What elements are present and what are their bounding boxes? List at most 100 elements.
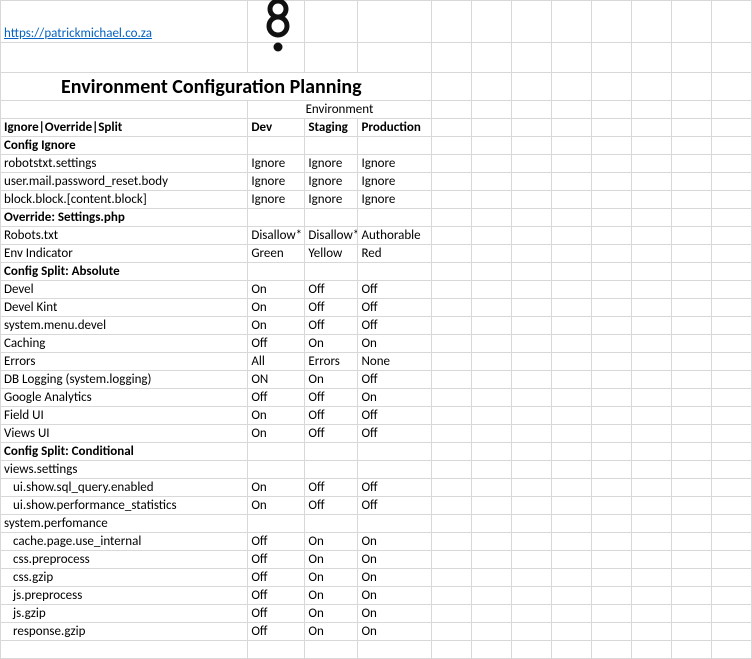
cell-prod: On <box>358 335 431 353</box>
row-label-sc0-0: ui.show.sql_query.enabled <box>1 479 248 497</box>
row-label-sc1-4: js.gzip <box>1 605 248 623</box>
section-config-ignore: Config Ignore <box>1 137 248 155</box>
cell-prod: Off <box>358 425 431 443</box>
row-label-sa5: DB Logging (system.logging) <box>1 371 248 389</box>
cell-dev: Ignore <box>248 155 305 173</box>
cell-staging: On <box>305 587 358 605</box>
cell-prod: On <box>358 605 431 623</box>
cell-staging: Ignore <box>305 191 358 209</box>
cell-staging: On <box>305 371 358 389</box>
cell-dev: On <box>248 425 305 443</box>
cell-prod: Off <box>358 479 431 497</box>
cell-dev: All <box>248 353 305 371</box>
row-label-sa6: Google Analytics <box>1 389 248 407</box>
row-label-sc1-0: cache.page.use_internal <box>1 533 248 551</box>
cell-dev: Off <box>248 569 305 587</box>
cell-prod: Ignore <box>358 155 431 173</box>
cell-staging: On <box>305 605 358 623</box>
row-label-ov0: Robots.txt <box>1 227 248 245</box>
cell-staging: Off <box>305 497 358 515</box>
cell-prod: Off <box>358 371 431 389</box>
cell-staging: Off <box>305 389 358 407</box>
cell-dev: Green <box>248 245 305 263</box>
cell-staging: On <box>305 533 358 551</box>
cell-staging: On <box>305 551 358 569</box>
cell-prod: On <box>358 551 431 569</box>
spreadsheet-grid: https://patrickmichael.co.za Environment … <box>0 0 752 659</box>
link-cell[interactable]: https://patrickmichael.co.za <box>1 1 248 43</box>
row-label-sa3: Caching <box>1 335 248 353</box>
cell-staging: On <box>305 335 358 353</box>
row-label-sc1-5: response.gzip <box>1 623 248 641</box>
cell-dev: Off <box>248 389 305 407</box>
cell-staging: Errors <box>305 353 358 371</box>
header-ignore-override-split: Ignore|Override|Split <box>1 119 248 137</box>
cell-dev: On <box>248 479 305 497</box>
cell-staging: Disallow* <box>305 227 358 245</box>
group-label: system.perfomance <box>1 515 248 533</box>
header-production: Production <box>358 119 431 137</box>
page-title: Environment Configuration Planning <box>1 73 432 101</box>
cell-staging: Off <box>305 479 358 497</box>
cell-dev: Off <box>248 533 305 551</box>
row-label-ci2: block.block.[content.block] <box>1 191 248 209</box>
cell-staging: On <box>305 623 358 641</box>
row-label-sc1-1: css.preprocess <box>1 551 248 569</box>
cell-staging: Off <box>305 281 358 299</box>
cell-staging: Ignore <box>305 155 358 173</box>
cell-dev: Off <box>248 605 305 623</box>
section-split-absolute: Config Split: Absolute <box>1 263 248 281</box>
cell-dev: On <box>248 281 305 299</box>
cell-prod: On <box>358 623 431 641</box>
site-link[interactable]: https://patrickmichael.co.za <box>4 26 152 41</box>
cell-dev: Ignore <box>248 173 305 191</box>
section-override-settings: Override: Settings.php <box>1 209 248 227</box>
logo-cell <box>248 1 305 43</box>
drupal-8-icon <box>266 0 290 55</box>
cell-prod: Ignore <box>358 173 431 191</box>
cell-dev: Disallow* <box>248 227 305 245</box>
cell-dev: On <box>248 497 305 515</box>
cell-dev: Off <box>248 623 305 641</box>
cell-staging: Off <box>305 407 358 425</box>
cell-prod: Off <box>358 281 431 299</box>
cell-prod: Authorable <box>358 227 431 245</box>
cell-prod: On <box>358 389 431 407</box>
row-label-sa4: Errors <box>1 353 248 371</box>
row-label-sa8: Views UI <box>1 425 248 443</box>
env-header: Environment <box>248 101 431 119</box>
row-label-sc0-1: ui.show.performance_statistics <box>1 497 248 515</box>
cell-prod: Red <box>358 245 431 263</box>
cell-dev: On <box>248 407 305 425</box>
cell-prod: On <box>358 569 431 587</box>
cell-staging: Off <box>305 299 358 317</box>
row-label-sc1-3: js.preprocess <box>1 587 248 605</box>
cell-dev: Off <box>248 587 305 605</box>
cell-dev: On <box>248 317 305 335</box>
cell-prod: Ignore <box>358 191 431 209</box>
cell-prod: None <box>358 353 431 371</box>
section-split-conditional: Config Split: Conditional <box>1 443 248 461</box>
row-label-sc1-2: css.gzip <box>1 569 248 587</box>
cell-staging: Off <box>305 425 358 443</box>
cell-staging: Yellow <box>305 245 358 263</box>
cell-dev: ON <box>248 371 305 389</box>
row-label-sa0: Devel <box>1 281 248 299</box>
cell-prod: Off <box>358 497 431 515</box>
row-label-sa1: Devel Kint <box>1 299 248 317</box>
row-label-ov1: Env Indicator <box>1 245 248 263</box>
row-label-ci0: robotstxt.settings <box>1 155 248 173</box>
cell-prod: On <box>358 533 431 551</box>
header-staging: Staging <box>305 119 358 137</box>
cell-staging: On <box>305 569 358 587</box>
group-label: views.settings <box>1 461 248 479</box>
row-label-sa2: system.menu.devel <box>1 317 248 335</box>
cell-staging: Off <box>305 317 358 335</box>
cell-prod: On <box>358 587 431 605</box>
cell-dev: Ignore <box>248 191 305 209</box>
cell-staging: Ignore <box>305 173 358 191</box>
cell-dev: Off <box>248 551 305 569</box>
cell-prod: Off <box>358 407 431 425</box>
cell-dev: Off <box>248 335 305 353</box>
row-label-sa7: Field UI <box>1 407 248 425</box>
